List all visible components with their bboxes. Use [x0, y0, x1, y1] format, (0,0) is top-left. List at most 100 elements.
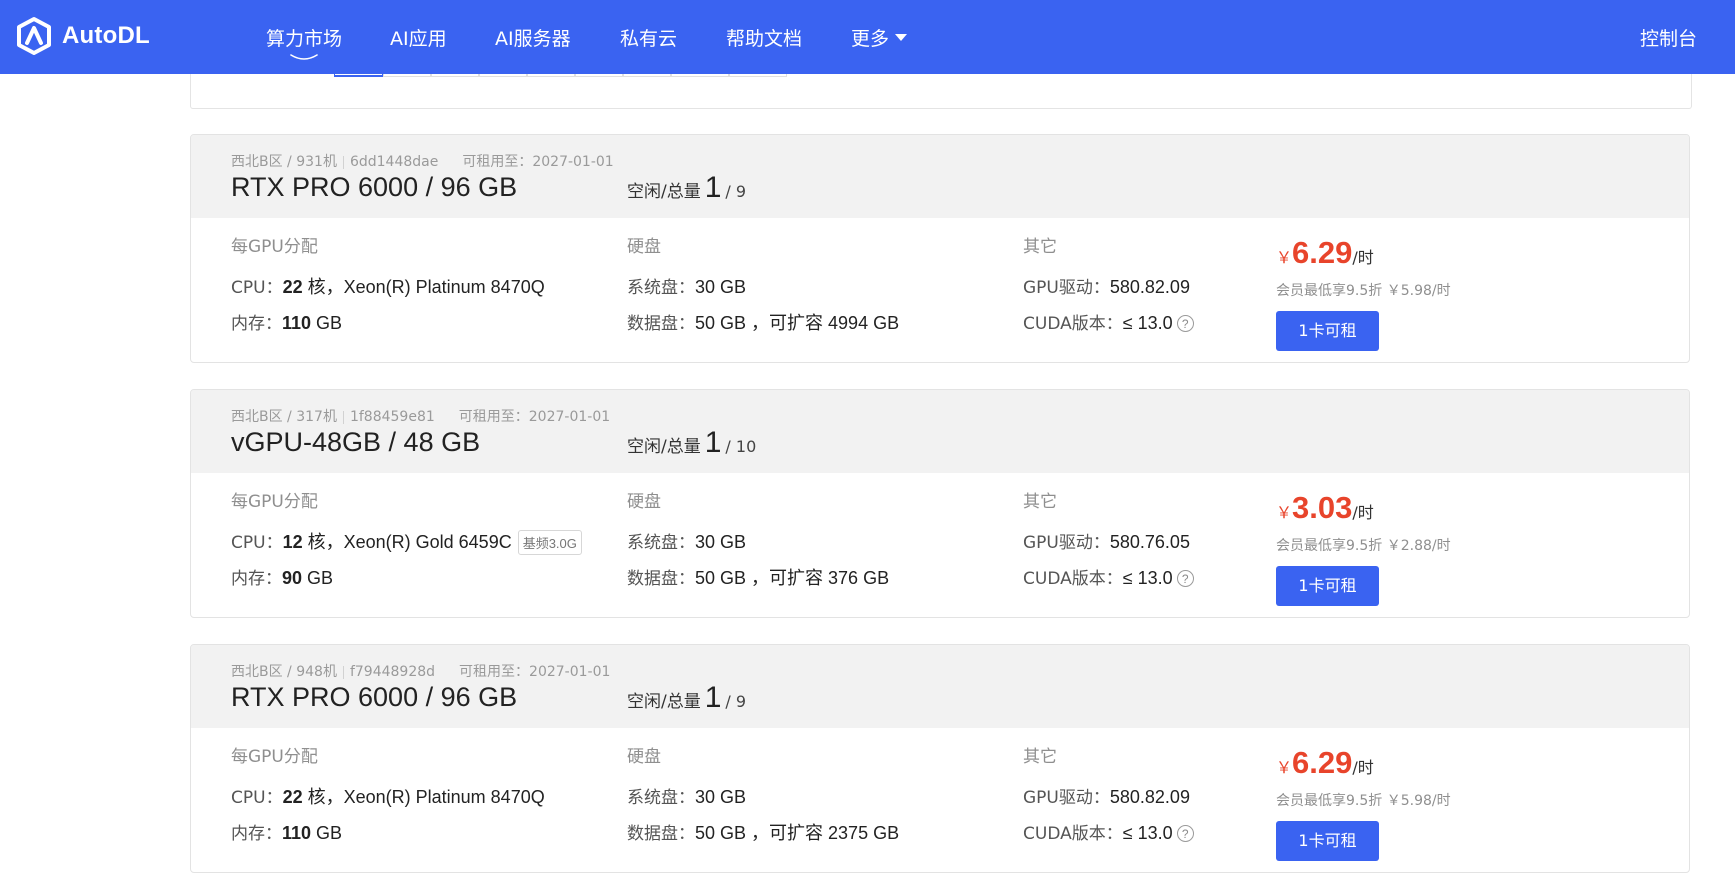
other-title: 其它: [1023, 237, 1057, 257]
memory-value: 110: [282, 313, 312, 333]
brand-name: AutoDL: [62, 22, 150, 49]
memory-spec: 内存：110 GB: [231, 819, 342, 844]
other-title: 其它: [1023, 492, 1057, 512]
idle-count: 1: [704, 681, 722, 714]
divider: [342, 155, 344, 169]
idle-total: 空闲/总量 1/ 10: [627, 426, 756, 460]
divider: [342, 665, 344, 679]
cuda-value: ≤ 13.0: [1122, 823, 1173, 843]
help-question-icon[interactable]: ?: [1176, 314, 1194, 332]
nav-item-ai-apps[interactable]: AI应用: [390, 24, 447, 51]
cpu-label: CPU：: [231, 788, 283, 808]
data-disk-value: 50 GB ，可扩容 4994 GB: [695, 313, 900, 333]
member-discount: 会员最低享9.5折 ￥2.88/时: [1276, 538, 1451, 554]
avail-date: 2027-01-01: [529, 664, 611, 680]
filter-tab[interactable]: [729, 74, 787, 77]
nav-item-more[interactable]: 更多: [851, 24, 908, 51]
system-disk-spec: 系统盘：30 GB: [627, 273, 746, 298]
filter-tab[interactable]: [575, 74, 623, 77]
base-frequency-tag: 基频3.0G: [517, 529, 582, 555]
nav-item-help-docs[interactable]: 帮助文档: [726, 24, 802, 51]
cuda-spec: CUDA版本：≤ 13.0?: [1023, 564, 1194, 589]
filter-tab[interactable]: [671, 74, 729, 77]
idle-count: 1: [704, 426, 722, 459]
help-question-icon[interactable]: ?: [1176, 569, 1194, 587]
autodl-logo[interactable]: AutoDL: [14, 16, 150, 56]
cpu-cores: 22: [282, 277, 303, 297]
cpu-label: CPU：: [231, 278, 283, 298]
avail-label: 可租用至：: [462, 154, 533, 170]
divider: [342, 410, 344, 424]
avail-label: 可租用至：: [458, 409, 529, 425]
nav-item-private-cloud[interactable]: 私有云: [620, 24, 677, 51]
total-count: / 10: [725, 437, 757, 456]
help-question-icon[interactable]: ?: [1176, 824, 1194, 842]
avail-date: 2027-01-01: [532, 154, 614, 170]
gpu-driver-label: GPU驱动：: [1023, 788, 1110, 808]
price-unit: /时: [1352, 758, 1374, 777]
price-unit: /时: [1352, 503, 1374, 522]
filter-tab[interactable]: [334, 74, 383, 77]
system-disk-value: 30 GB: [695, 787, 747, 807]
idle-total: 空闲/总量 1/ 9: [627, 681, 746, 715]
nav-item-label: AI应用: [390, 28, 447, 50]
total-count: / 9: [725, 182, 747, 201]
price-unit: /时: [1352, 248, 1374, 267]
gpu-driver-spec: GPU驱动：580.82.09: [1023, 273, 1190, 298]
currency-symbol: ￥: [1276, 503, 1293, 522]
machine-meta: 西北B区 / 948机 f79448928d 可租用至：2027-01-01: [231, 661, 610, 681]
per-gpu-title: 每GPU分配: [231, 237, 318, 257]
memory-label: 内存：: [231, 569, 282, 589]
filter-tab[interactable]: [623, 74, 671, 77]
memory-value: 110: [282, 823, 312, 843]
filter-tabs: [334, 74, 787, 78]
data-disk-spec: 数据盘：50 GB ，可扩容 2375 GB: [627, 819, 899, 845]
hourly-price: ￥6.29/时: [1276, 235, 1374, 271]
system-disk-label: 系统盘：: [627, 278, 695, 298]
filter-tab[interactable]: [431, 74, 479, 77]
rent-button[interactable]: 1卡可租: [1276, 311, 1379, 351]
memory-unit: GB: [311, 313, 343, 333]
machine-region: 西北B区 / 948机: [231, 664, 337, 680]
machine-id: 1f88459e81: [349, 409, 435, 425]
cuda-label: CUDA版本：: [1023, 314, 1123, 334]
price-value: 6.29: [1292, 745, 1353, 780]
idle-total-label: 空闲/总量: [627, 182, 701, 202]
machine-region: 西北B区 / 931机: [231, 154, 337, 170]
hourly-price: ￥6.29/时: [1276, 745, 1374, 781]
idle-total-label: 空闲/总量: [627, 692, 701, 712]
machine-card: 西北B区 / 931机 6dd1448dae 可租用至：2027-01-01 RTX…: [190, 134, 1690, 363]
other-title: 其它: [1023, 747, 1057, 767]
disk-title: 硬盘: [627, 492, 661, 512]
console-link[interactable]: 控制台: [1640, 24, 1697, 51]
filter-tab[interactable]: [479, 74, 527, 77]
machine-card-header: 西北B区 / 948机 f79448928d 可租用至：2027-01-01 RTX…: [191, 645, 1689, 728]
gpu-driver-value: 580.82.09: [1109, 787, 1190, 807]
rent-button[interactable]: 1卡可租: [1276, 566, 1379, 606]
gpu-model: RTX PRO 6000 / 96 GB: [231, 172, 518, 202]
memory-label: 内存：: [231, 314, 282, 334]
system-disk-label: 系统盘：: [627, 533, 695, 553]
avail-date: 2027-01-01: [528, 409, 611, 425]
memory-value: 90: [282, 568, 303, 588]
nav-item-ai-servers[interactable]: AI服务器: [495, 24, 571, 51]
hourly-price: ￥3.03/时: [1276, 490, 1374, 526]
cpu-model: 核，Xeon(R) Platinum 8470Q: [302, 787, 545, 807]
nav-item-compute-market[interactable]: 算力市场: [266, 24, 342, 60]
cpu-label: CPU：: [231, 533, 283, 553]
cpu-model: 核，Xeon(R) Gold 6459C: [302, 532, 512, 552]
data-disk-value: 50 GB ，可扩容 376 GB: [695, 568, 890, 588]
rent-button[interactable]: 1卡可租: [1276, 821, 1379, 861]
cuda-value: ≤ 13.0: [1122, 313, 1173, 333]
caret-down-icon: [895, 34, 908, 41]
system-disk-spec: 系统盘：30 GB: [627, 783, 746, 808]
cuda-label: CUDA版本：: [1023, 569, 1123, 589]
filter-tab[interactable]: [383, 74, 431, 77]
machine-meta: 西北B区 / 317机 1f88459e81 可租用至：2027-01-01: [231, 406, 610, 426]
filter-tab[interactable]: [527, 74, 575, 77]
gpu-driver-label: GPU驱动：: [1023, 278, 1110, 298]
machine-card: 西北B区 / 948机 f79448928d 可租用至：2027-01-01 RTX…: [190, 644, 1690, 873]
machine-id: f79448928d: [349, 664, 436, 680]
gpu-driver-spec: GPU驱动：580.76.05: [1023, 528, 1190, 553]
gpu-model: vGPU-48GB / 48 GB: [231, 427, 481, 457]
